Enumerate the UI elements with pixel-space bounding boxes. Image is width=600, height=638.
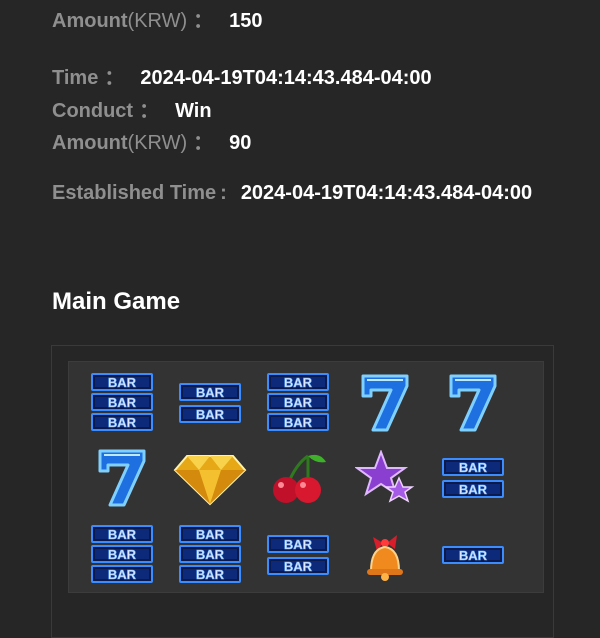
time-value: 2024-04-19T04:14:43.484-04:00 — [140, 67, 432, 89]
amount-value: 90 — [229, 132, 252, 154]
time-label: Time — [52, 67, 99, 89]
triple-bar-icon: BAR BAR BAR — [82, 519, 162, 591]
amount-value: 150 — [229, 10, 263, 32]
separator: ： — [139, 100, 160, 122]
established-time-value: 2024-04-19T04:14:43.484-04:00 — [240, 182, 533, 204]
svg-text:BAR: BAR — [196, 385, 225, 400]
svg-text:BAR: BAR — [459, 460, 488, 475]
svg-text:BAR: BAR — [459, 548, 488, 563]
separator: ： — [104, 67, 125, 89]
separator: ： — [193, 132, 214, 154]
svg-text:BAR: BAR — [196, 567, 225, 582]
amount-label: Amount(KRW) — [52, 10, 188, 32]
svg-text:BAR: BAR — [108, 375, 137, 390]
section-title: Main Game — [52, 288, 181, 315]
single-bar-icon: BAR — [433, 519, 513, 591]
double-bar-icon: BAR BAR — [433, 442, 513, 514]
seven-icon — [82, 442, 162, 514]
triple-bar-icon: BAR BAR BAR — [82, 367, 162, 439]
double-bar-icon: BAR BAR — [170, 367, 250, 439]
triple-bar-icon: BAR BAR BAR — [258, 367, 338, 439]
conduct-row: Conduct ： Win — [52, 94, 212, 123]
seven-icon — [433, 367, 513, 439]
svg-text:BAR: BAR — [108, 547, 137, 562]
seven-icon — [345, 367, 425, 439]
svg-text:BAR: BAR — [108, 567, 137, 582]
star-icon — [345, 442, 425, 514]
amount-label: Amount(KRW) — [52, 132, 188, 154]
conduct-value: Win — [175, 100, 212, 122]
diamond-icon — [170, 442, 250, 514]
separator: : — [220, 182, 227, 204]
svg-text:BAR: BAR — [108, 415, 137, 430]
established-time-label: Established Time — [52, 182, 217, 204]
svg-text:BAR: BAR — [459, 482, 488, 497]
svg-text:BAR: BAR — [284, 537, 313, 552]
svg-text:BAR: BAR — [108, 395, 137, 410]
established-time-row: Established Time : 2024-04-19T04:14:43.4… — [52, 182, 532, 205]
time-row: Time ： 2024-04-19T04:14:43.484-04:00 — [52, 61, 432, 90]
bell-icon — [345, 519, 425, 591]
amount-row: Amount(KRW) ： 90 — [52, 126, 251, 155]
svg-text:BAR: BAR — [284, 415, 313, 430]
cherry-icon — [258, 442, 338, 514]
svg-text:BAR: BAR — [284, 559, 313, 574]
svg-text:BAR: BAR — [284, 375, 313, 390]
conduct-label: Conduct — [52, 100, 134, 122]
svg-text:BAR: BAR — [196, 527, 225, 542]
svg-text:BAR: BAR — [284, 395, 313, 410]
svg-text:BAR: BAR — [196, 547, 225, 562]
double-bar-icon: BAR BAR — [258, 519, 338, 591]
svg-text:BAR: BAR — [108, 527, 137, 542]
svg-text:BAR: BAR — [196, 407, 225, 422]
triple-bar-icon: BAR BAR BAR — [170, 519, 250, 591]
separator: ： — [193, 10, 214, 32]
amount-row: Amount(KRW) ： 150 — [52, 4, 263, 33]
slot-reel-grid: BAR BAR BAR BAR BAR BAR BAR BAR BAR BAR BAR BAR BAR B… — [68, 361, 544, 593]
